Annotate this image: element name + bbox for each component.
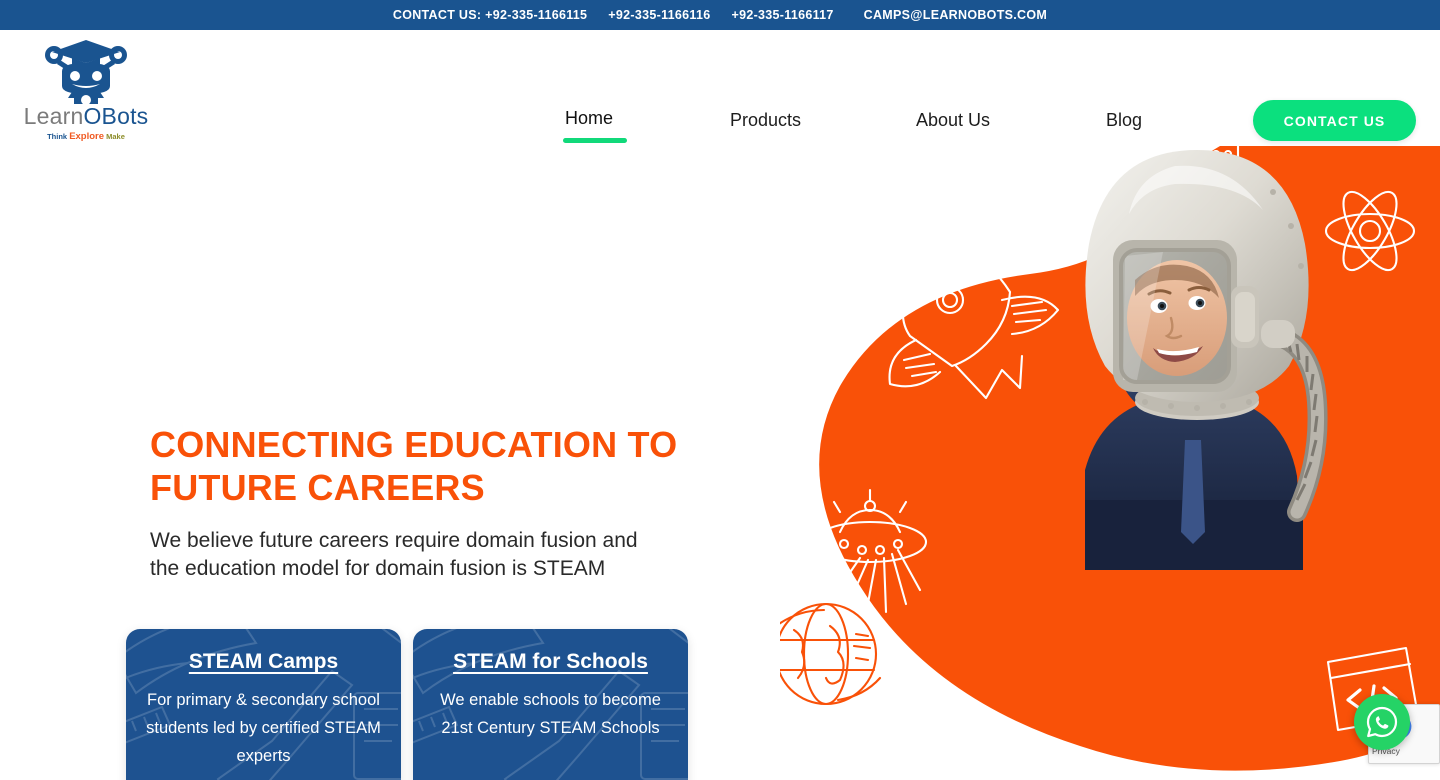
logo-wordmark: LearnOBots: [24, 105, 149, 128]
logo-tagline: Think Explore Make: [47, 132, 125, 142]
hero-illustration: [780, 146, 1440, 780]
card-description: We enable schools to become 21st Century…: [440, 691, 661, 737]
card-description: For primary & secondary school students …: [146, 691, 381, 765]
hero-section: CONNECTING EDUCATION TO FUTURE CAREERS W…: [0, 146, 1440, 780]
top-contact-bar-inner: CONTACT US: +92-335-1166115 +92-335-1166…: [393, 8, 1047, 22]
contact-phone-1[interactable]: CONTACT US: +92-335-1166115: [393, 8, 587, 22]
page-root: CONTACT US: +92-335-1166115 +92-335-1166…: [0, 0, 1440, 780]
card-steam-camps[interactable]: STEAM Camps For primary & secondary scho…: [126, 629, 401, 780]
hero-heading: CONNECTING EDUCATION TO FUTURE CAREERS: [150, 423, 750, 509]
nav-item-about-us[interactable]: About Us: [916, 110, 990, 141]
contact-us-button[interactable]: CONTACT US: [1253, 100, 1416, 141]
logo-word-learn: Learn: [23, 103, 84, 129]
nav-active-underline: [563, 138, 627, 143]
logo-tag-explore: Explore: [69, 131, 105, 142]
logo-tag-make: Make: [106, 132, 125, 141]
whatsapp-button[interactable]: [1354, 694, 1410, 750]
nav-item-blog[interactable]: Blog: [1106, 110, 1142, 141]
astronaut-child-photo: [1085, 150, 1328, 570]
logo-word-obots: OBots: [83, 103, 149, 129]
contact-phone-3[interactable]: +92-335-1166117: [731, 8, 833, 22]
hero-heading-line1: CONNECTING EDUCATION TO: [150, 424, 678, 465]
robot-graduate-logo-icon: [32, 38, 140, 105]
whatsapp-icon: [1366, 706, 1398, 738]
contact-email[interactable]: CAMPS@LEARNOBOTS.COM: [864, 8, 1047, 22]
hero-subheading: We believe future careers require domain…: [150, 529, 638, 580]
card-title: STEAM for Schools: [453, 650, 648, 673]
site-header: LearnOBots Think Explore Make Home Produ…: [0, 30, 1440, 146]
nav-item-products[interactable]: Products: [730, 110, 801, 141]
card-title: STEAM Camps: [188, 650, 339, 673]
contact-phone-2[interactable]: +92-335-1166116: [608, 8, 710, 22]
logo-tag-think: Think: [47, 132, 68, 141]
site-logo[interactable]: LearnOBots Think Explore Make: [24, 38, 148, 142]
hero-heading-line2: FUTURE CAREERS: [150, 467, 485, 508]
top-contact-bar: CONTACT US: +92-335-1166115 +92-335-1166…: [0, 0, 1440, 30]
nav-item-home[interactable]: Home: [565, 108, 613, 139]
card-steam-for-schools[interactable]: STEAM for Schools We enable schools to b…: [413, 629, 688, 780]
main-navigation: Home Products About Us Blog: [545, 90, 1185, 143]
